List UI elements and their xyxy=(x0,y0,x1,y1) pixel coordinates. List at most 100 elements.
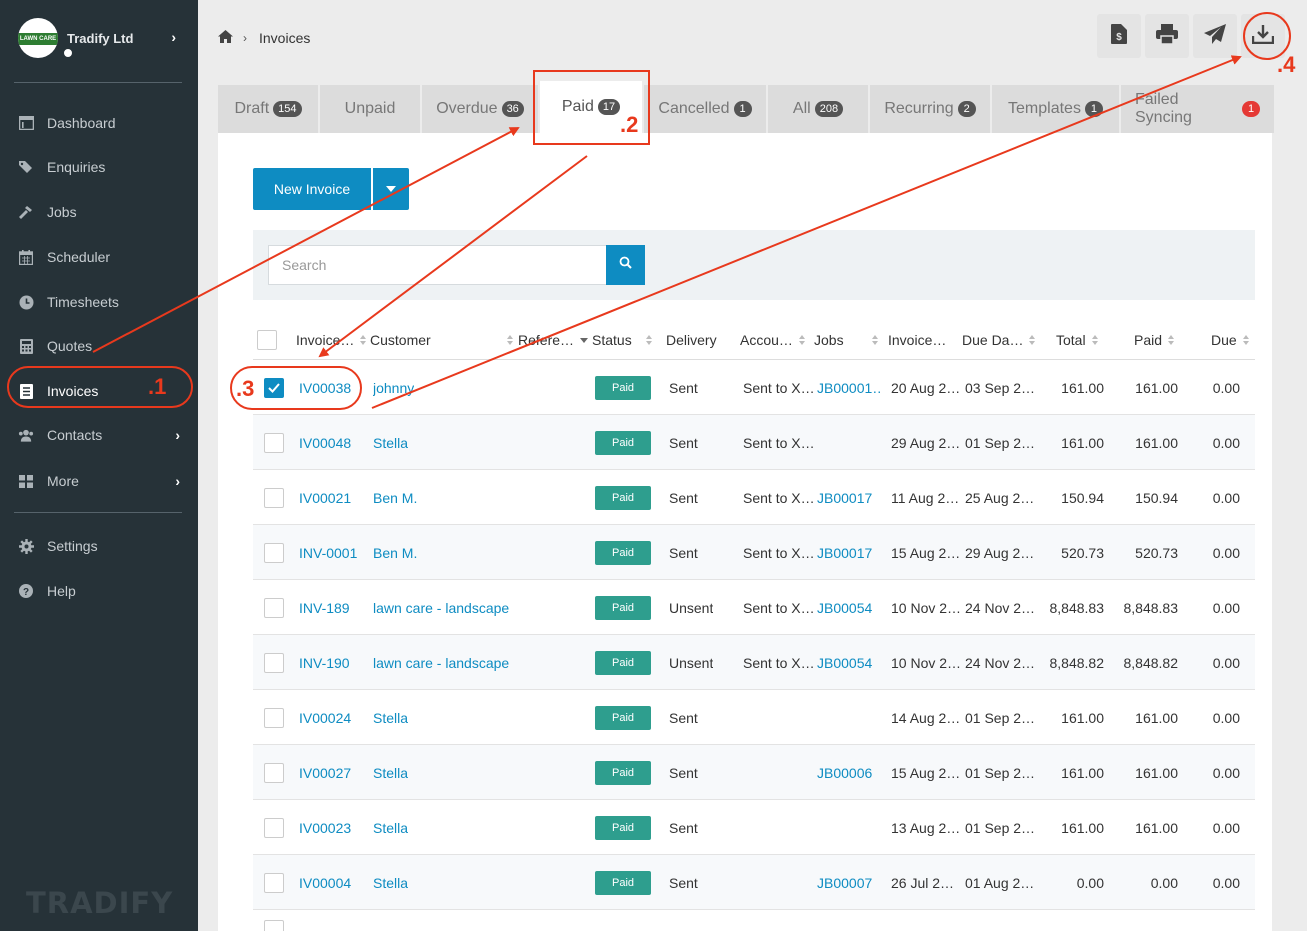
sidebar-item-quotes[interactable]: Quotes xyxy=(0,326,198,366)
row-checkbox[interactable] xyxy=(264,690,284,745)
invoice-number-link[interactable]: IV00024 xyxy=(299,690,351,745)
brand-switcher[interactable]: LAWN CARE Tradify Ltd › xyxy=(18,18,188,60)
table-row[interactable]: IV00004 Stella Paid Sent JB00007 26 Jul … xyxy=(253,855,1255,910)
new-invoice-dropdown-button[interactable] xyxy=(373,168,409,210)
col-invoice-date[interactable]: Invoice… xyxy=(888,320,946,360)
tab-failed-syncing[interactable]: Failed Syncing 1 xyxy=(1121,85,1274,133)
invoice-number-link[interactable]: IV00023 xyxy=(299,800,351,855)
col-accounting[interactable]: Accou… xyxy=(740,320,805,360)
table-row[interactable]: IV00024 Stella Paid Sent 14 Aug 2… 01 Se… xyxy=(253,690,1255,745)
sidebar-item-enquiries[interactable]: Enquiries xyxy=(0,147,198,187)
job-link[interactable]: JB00017 xyxy=(817,470,883,525)
sidebar-item-scheduler[interactable]: Scheduler xyxy=(0,237,198,277)
col-reference[interactable]: Refere… xyxy=(518,320,589,360)
job-link[interactable] xyxy=(817,690,883,745)
job-link[interactable]: JB00007 xyxy=(817,855,883,910)
tab-overdue[interactable]: Overdue 36 xyxy=(422,85,538,133)
sidebar-item-help[interactable]: ? Help xyxy=(0,571,198,611)
job-link[interactable] xyxy=(817,415,883,470)
company-name: Tradify Ltd xyxy=(67,30,134,46)
customer-link[interactable]: Ben M. xyxy=(373,525,417,580)
row-checkbox[interactable] xyxy=(264,635,284,690)
row-checkbox[interactable] xyxy=(264,580,284,635)
invoice-number-link[interactable]: IV00027 xyxy=(299,745,351,800)
table-row[interactable]: INV-0001 Ben M. Paid Sent Sent to X… JB0… xyxy=(253,525,1255,580)
search-button[interactable] xyxy=(606,245,645,285)
table-row[interactable]: IV00027 Stella Paid Sent JB00006 15 Aug … xyxy=(253,745,1255,800)
home-icon[interactable] xyxy=(218,30,233,46)
tab-cancelled[interactable]: Cancelled 1 xyxy=(644,85,766,133)
col-paid[interactable]: Paid xyxy=(1134,320,1175,360)
invoice-number-link[interactable]: INV-190 xyxy=(299,635,350,690)
caret-down-icon xyxy=(386,186,396,192)
row-checkbox[interactable] xyxy=(264,910,284,931)
invoice-number-link[interactable]: IV00048 xyxy=(299,415,351,470)
sidebar-item-more[interactable]: More › xyxy=(0,461,198,501)
table-row[interactable] xyxy=(253,910,1255,931)
invoice-number-link[interactable]: IV00004 xyxy=(299,855,351,910)
accounting-status: Sent to X… xyxy=(743,379,815,396)
send-button[interactable] xyxy=(1193,14,1237,58)
job-link[interactable] xyxy=(817,800,883,855)
accounting-status: Sent to X… xyxy=(743,654,815,671)
table-row[interactable]: IV00021 Ben M. Paid Sent Sent to X… JB00… xyxy=(253,470,1255,525)
table-row[interactable]: IV00048 Stella Paid Sent Sent to X… 29 A… xyxy=(253,415,1255,470)
customer-link[interactable]: Stella xyxy=(373,855,408,910)
col-due[interactable]: Due xyxy=(1211,320,1249,360)
paid-amount: 0.00 xyxy=(1150,874,1178,891)
col-jobs[interactable]: Jobs xyxy=(814,320,878,360)
row-checkbox[interactable] xyxy=(264,800,284,855)
invoice-number-link[interactable]: INV-189 xyxy=(299,580,350,635)
sidebar-item-jobs[interactable]: Jobs xyxy=(0,192,198,232)
customer-link[interactable]: lawn care - landscape xyxy=(373,635,509,690)
col-status[interactable]: Status xyxy=(592,320,652,360)
invoice-dollar-button[interactable]: $ xyxy=(1097,14,1141,58)
col-invoice-number[interactable]: Invoice… xyxy=(296,320,367,360)
row-checkbox[interactable] xyxy=(264,525,284,580)
count-badge: 1 xyxy=(1084,101,1103,117)
select-all-checkbox[interactable] xyxy=(257,320,277,360)
job-link[interactable]: JB00054 xyxy=(817,635,883,690)
sidebar-item-label: Enquiries xyxy=(47,159,106,175)
tab-recurring[interactable]: Recurring 2 xyxy=(870,85,990,133)
search-input[interactable] xyxy=(268,245,607,285)
col-due-date[interactable]: Due Da… xyxy=(962,320,1036,360)
customer-link[interactable]: Stella xyxy=(373,415,408,470)
due-date: 01 Sep 2… xyxy=(965,434,1036,451)
invoice-number-link[interactable]: INV-0001 xyxy=(299,525,357,580)
invoice-date: 20 Aug 2… xyxy=(891,379,961,396)
col-total[interactable]: Total xyxy=(1056,320,1098,360)
job-link[interactable]: JB00017 xyxy=(817,525,883,580)
sidebar-item-settings[interactable]: Settings xyxy=(0,526,198,566)
customer-link[interactable]: Stella xyxy=(373,690,408,745)
tab-all[interactable]: All 208 xyxy=(768,85,868,133)
print-button[interactable] xyxy=(1145,14,1189,58)
job-link[interactable]: JB00006 xyxy=(817,745,883,800)
sidebar-item-contacts[interactable]: Contacts › xyxy=(0,415,198,455)
col-delivery[interactable]: Delivery xyxy=(666,320,717,360)
sidebar-item-dashboard[interactable]: Dashboard xyxy=(0,103,198,143)
job-link[interactable]: JB00054 xyxy=(817,580,883,635)
customer-link[interactable]: Stella xyxy=(373,745,408,800)
tab-unpaid[interactable]: Unpaid xyxy=(320,85,420,133)
customer-link[interactable]: Ben M. xyxy=(373,470,417,525)
tab-draft[interactable]: Draft 154 xyxy=(218,85,318,133)
sidebar-item-timesheets[interactable]: Timesheets xyxy=(0,282,198,322)
customer-link[interactable]: johnny xyxy=(373,360,414,415)
row-checkbox[interactable] xyxy=(264,745,284,800)
table-row[interactable]: IV00038 johnny Paid Sent Sent to X… JB00… xyxy=(253,360,1255,415)
new-invoice-button[interactable]: New Invoice xyxy=(253,168,371,210)
row-checkbox[interactable] xyxy=(264,855,284,910)
invoice-number-link[interactable]: IV00021 xyxy=(299,470,351,525)
table-row[interactable]: IV00023 Stella Paid Sent 13 Aug 2… 01 Se… xyxy=(253,800,1255,855)
row-checkbox[interactable] xyxy=(264,415,284,470)
tab-templates[interactable]: Templates 1 xyxy=(992,85,1119,133)
logo-status-dot xyxy=(61,46,75,60)
job-link[interactable]: JB00001… xyxy=(817,360,883,415)
customer-link[interactable]: Stella xyxy=(373,800,408,855)
customer-link[interactable]: lawn care - landscape xyxy=(373,580,509,635)
row-checkbox[interactable] xyxy=(264,470,284,525)
col-customer[interactable]: Customer xyxy=(370,320,513,360)
table-row[interactable]: INV-189 lawn care - landscape Paid Unsen… xyxy=(253,580,1255,635)
table-row[interactable]: INV-190 lawn care - landscape Paid Unsen… xyxy=(253,635,1255,690)
